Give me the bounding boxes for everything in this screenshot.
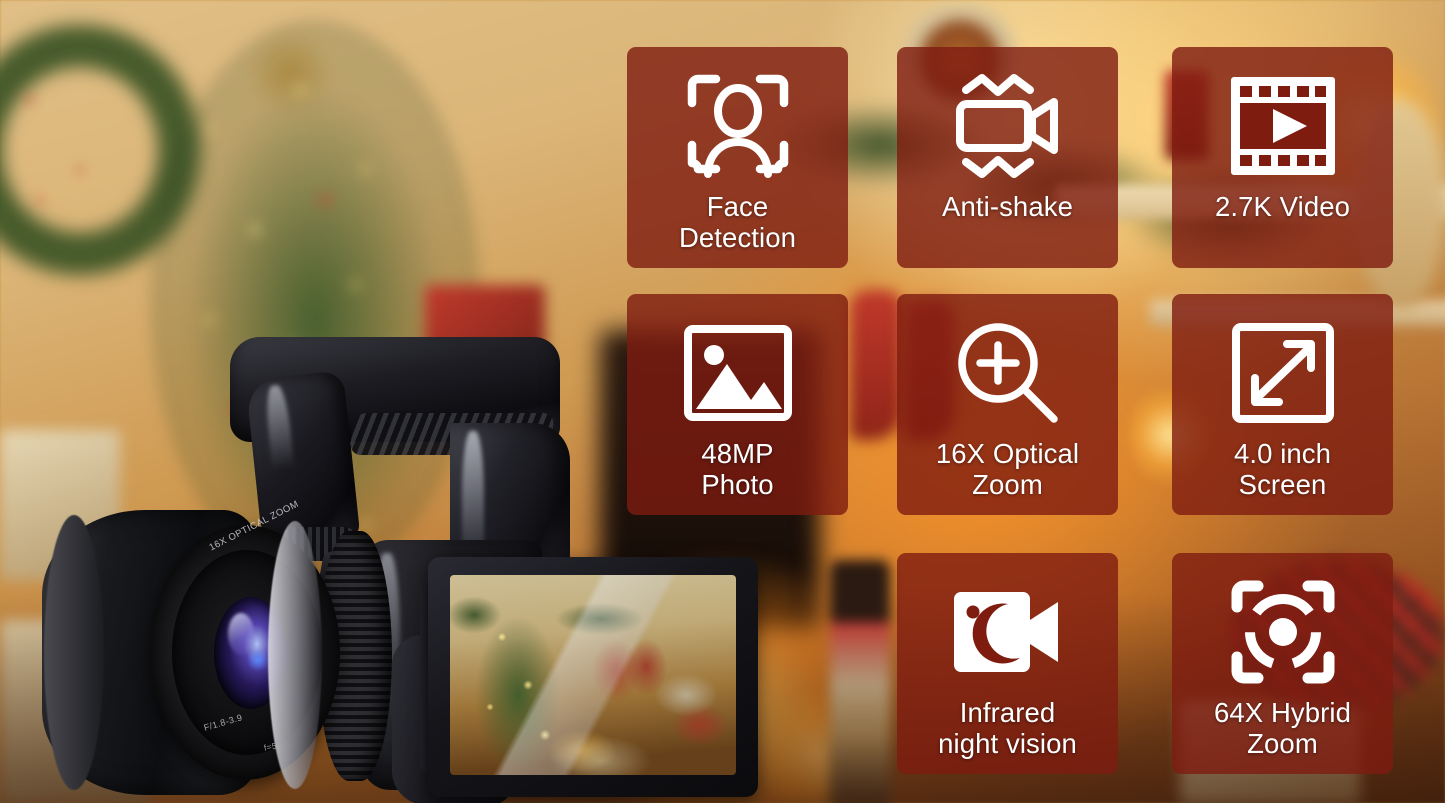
feature-tile-face-detection[interactable]: Face Detection	[627, 47, 848, 268]
lens-flare	[228, 613, 254, 655]
feature-label-photo-resolution: 48MP Photo	[701, 438, 774, 501]
feature-label-anti-shake: Anti-shake	[942, 191, 1073, 222]
feature-label-video-resolution: 2.7K Video	[1214, 191, 1351, 222]
face-detection-icon	[679, 65, 797, 187]
diagonal-arrows-icon	[1224, 312, 1342, 434]
feature-tile-photo-resolution[interactable]: 48MP Photo	[627, 294, 848, 515]
feature-tile-screen-size[interactable]: 4.0 inch Screen	[1172, 294, 1393, 515]
feature-tile-video-resolution[interactable]: 2.7K Video	[1172, 47, 1393, 268]
focus-target-icon	[1224, 571, 1342, 693]
lens-hood-lip	[44, 515, 104, 790]
magnifier-plus-icon	[949, 312, 1067, 434]
feature-label-optical-zoom: 16X Optical Zoom	[935, 438, 1080, 501]
feature-tile-night-vision[interactable]: Infrared night vision	[897, 553, 1118, 774]
feature-label-screen-size: 4.0 inch Screen	[1233, 438, 1332, 501]
feature-label-night-vision: Infrared night vision	[938, 697, 1077, 760]
film-play-icon	[1224, 65, 1342, 187]
night-vision-camera-icon	[949, 571, 1067, 693]
feature-label-hybrid-zoom: 64X Hybrid Zoom	[1213, 697, 1352, 760]
feature-badges-grid: Face Detection Anti-shake 2.7K Video 48M…	[627, 47, 1395, 774]
wreath-berries	[10, 70, 130, 220]
lens-blue-reflection	[248, 647, 268, 673]
photo-image-icon	[679, 312, 797, 434]
camcorder-product-image: 16X OPTICAL ZOOM F/1.8-3.9 f=5	[32, 335, 758, 803]
feature-tile-optical-zoom[interactable]: 16X Optical Zoom	[897, 294, 1118, 515]
feature-tile-anti-shake[interactable]: Anti-shake	[897, 47, 1118, 268]
feature-tile-hybrid-zoom[interactable]: 64X Hybrid Zoom	[1172, 553, 1393, 774]
anti-shake-icon	[949, 65, 1067, 187]
feature-label-face-detection: Face Detection	[678, 191, 797, 254]
